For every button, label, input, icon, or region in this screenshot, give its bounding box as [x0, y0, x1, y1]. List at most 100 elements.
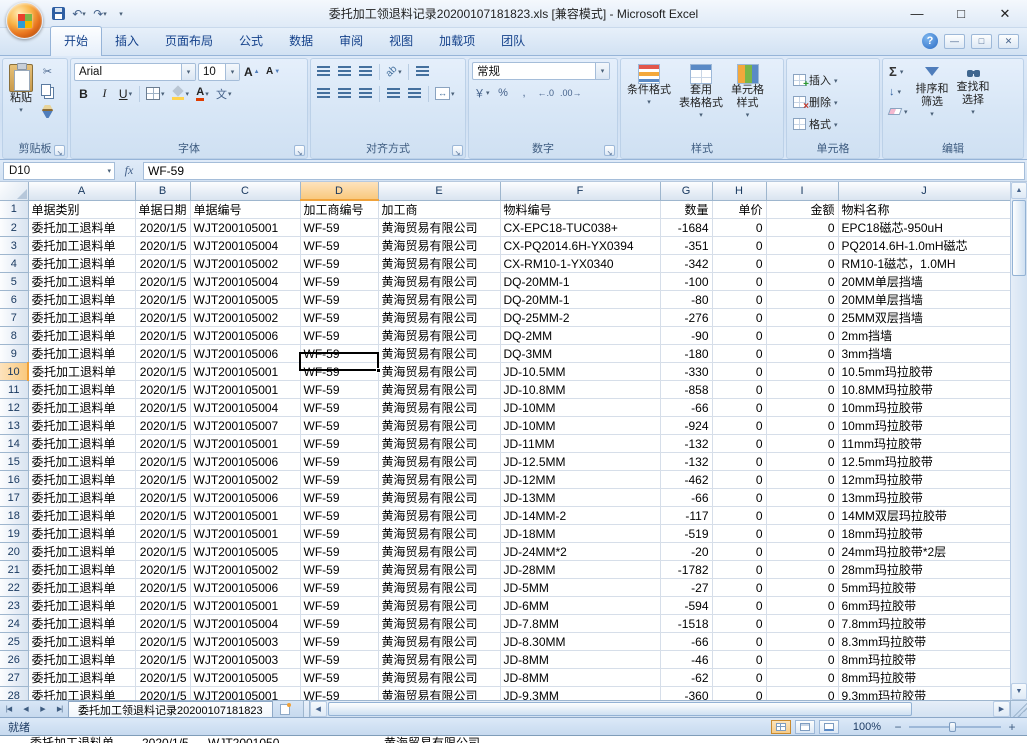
decrease-indent-button[interactable] [384, 84, 403, 103]
align-center-button[interactable] [335, 84, 354, 103]
cell-F13[interactable]: JD-10MM [500, 417, 660, 435]
cell-E13[interactable]: 黄海贸易有限公司 [378, 417, 500, 435]
cell-B5[interactable]: 2020/1/5 [135, 273, 190, 291]
cell-H16[interactable]: 0 [712, 471, 766, 489]
cell-E21[interactable]: 黄海贸易有限公司 [378, 561, 500, 579]
row-header-15[interactable]: 15 [0, 453, 28, 471]
cell-A8[interactable]: 委托加工退料单 [28, 327, 135, 345]
cell-B27[interactable]: 2020/1/5 [135, 669, 190, 687]
row-header-18[interactable]: 18 [0, 507, 28, 525]
cell-D12[interactable]: WF-59 [300, 399, 378, 417]
row-header-17[interactable]: 17 [0, 489, 28, 507]
zoom-slider[interactable] [909, 726, 1001, 728]
cell-G18[interactable]: -117 [660, 507, 712, 525]
cell-C27[interactable]: WJT200105005 [190, 669, 300, 687]
cell-J12[interactable]: 10mm玛拉胶带 [838, 399, 1010, 417]
cell-H24[interactable]: 0 [712, 615, 766, 633]
insert-function-button[interactable]: fx [115, 163, 143, 178]
cell-A16[interactable]: 委托加工退料单 [28, 471, 135, 489]
workbook-close-button[interactable]: ✕ [998, 34, 1019, 49]
cell-F10[interactable]: JD-10.5MM [500, 363, 660, 381]
cell-E25[interactable]: 黄海贸易有限公司 [378, 633, 500, 651]
cell-F12[interactable]: JD-10MM [500, 399, 660, 417]
cell-I17[interactable]: 0 [766, 489, 838, 507]
cell-D14[interactable]: WF-59 [300, 435, 378, 453]
cell-F4[interactable]: CX-RM10-1-YX0340 [500, 255, 660, 273]
cell-D6[interactable]: WF-59 [300, 291, 378, 309]
cell-I28[interactable]: 0 [766, 687, 838, 701]
cell-E27[interactable]: 黄海贸易有限公司 [378, 669, 500, 687]
cell-H17[interactable]: 0 [712, 489, 766, 507]
cell-J25[interactable]: 8.3mm玛拉胶带 [838, 633, 1010, 651]
cell-E28[interactable]: 黄海贸易有限公司 [378, 687, 500, 701]
cell-J5[interactable]: 20MM单层挡墙 [838, 273, 1010, 291]
phonetic-guide-button[interactable]: 文 [214, 84, 234, 103]
number-format-combo[interactable]: 常规 [472, 62, 610, 80]
cell-C14[interactable]: WJT200105001 [190, 435, 300, 453]
cell-F5[interactable]: DQ-20MM-1 [500, 273, 660, 291]
cell-J7[interactable]: 25MM双层挡墙 [838, 309, 1010, 327]
zoom-slider-thumb[interactable] [949, 722, 956, 732]
underline-button[interactable]: U [116, 84, 135, 103]
font-color-button[interactable]: A [193, 84, 212, 103]
scroll-right-button[interactable]: ▶ [993, 701, 1010, 717]
middle-align-button[interactable] [335, 62, 354, 81]
cell-B25[interactable]: 2020/1/5 [135, 633, 190, 651]
cell-A14[interactable]: 委托加工退料单 [28, 435, 135, 453]
tab-add-ins[interactable]: 加载项 [426, 27, 488, 55]
cell-E22[interactable]: 黄海贸易有限公司 [378, 579, 500, 597]
grow-font-button[interactable]: A▲ [242, 62, 262, 81]
cell-I16[interactable]: 0 [766, 471, 838, 489]
cell-G1[interactable]: 数量 [660, 200, 712, 219]
cell-C24[interactable]: WJT200105004 [190, 615, 300, 633]
cell-H2[interactable]: 0 [712, 219, 766, 237]
cell-J14[interactable]: 11mm玛拉胶带 [838, 435, 1010, 453]
row-header-5[interactable]: 5 [0, 273, 28, 291]
resize-grip[interactable] [1010, 701, 1027, 717]
cell-H28[interactable]: 0 [712, 687, 766, 701]
cell-I4[interactable]: 0 [766, 255, 838, 273]
format-as-table-button[interactable]: 套用 表格格式 [676, 62, 726, 121]
row-header-16[interactable]: 16 [0, 471, 28, 489]
cell-H6[interactable]: 0 [712, 291, 766, 309]
cell-D2[interactable]: WF-59 [300, 219, 378, 237]
cell-G20[interactable]: -20 [660, 543, 712, 561]
row-header-4[interactable]: 4 [0, 255, 28, 273]
zoom-level-label[interactable]: 100% [853, 721, 881, 733]
cell-G8[interactable]: -90 [660, 327, 712, 345]
cell-C7[interactable]: WJT200105002 [190, 309, 300, 327]
cell-I14[interactable]: 0 [766, 435, 838, 453]
name-box[interactable]: D10 [3, 162, 115, 180]
cell-D17[interactable]: WF-59 [300, 489, 378, 507]
cell-E1[interactable]: 加工商 [378, 200, 500, 219]
maximize-button[interactable]: □ [939, 0, 983, 27]
cell-J20[interactable]: 24mm玛拉胶带*2层 [838, 543, 1010, 561]
cell-D4[interactable]: WF-59 [300, 255, 378, 273]
cell-E15[interactable]: 黄海贸易有限公司 [378, 453, 500, 471]
cell-B28[interactable]: 2020/1/5 [135, 687, 190, 701]
cell-A7[interactable]: 委托加工退料单 [28, 309, 135, 327]
cell-I18[interactable]: 0 [766, 507, 838, 525]
cell-G12[interactable]: -66 [660, 399, 712, 417]
cell-D21[interactable]: WF-59 [300, 561, 378, 579]
row-header-24[interactable]: 24 [0, 615, 28, 633]
cell-C9[interactable]: WJT200105006 [190, 345, 300, 363]
cell-B3[interactable]: 2020/1/5 [135, 237, 190, 255]
last-sheet-button[interactable]: ▶| [51, 701, 68, 717]
select-all-corner[interactable] [0, 182, 28, 200]
cell-C3[interactable]: WJT200105004 [190, 237, 300, 255]
cell-E4[interactable]: 黄海贸易有限公司 [378, 255, 500, 273]
cell-D23[interactable]: WF-59 [300, 597, 378, 615]
fill-color-button[interactable] [169, 84, 192, 103]
cell-C26[interactable]: WJT200105003 [190, 651, 300, 669]
zoom-out-button[interactable]: − [891, 720, 905, 734]
cell-I26[interactable]: 0 [766, 651, 838, 669]
column-header-B[interactable]: B [135, 182, 190, 200]
cell-styles-button[interactable]: 单元格 样式 [728, 62, 767, 121]
cell-D19[interactable]: WF-59 [300, 525, 378, 543]
cell-B15[interactable]: 2020/1/5 [135, 453, 190, 471]
clipboard-dialog-launcher[interactable] [54, 145, 65, 156]
cell-E23[interactable]: 黄海贸易有限公司 [378, 597, 500, 615]
format-cells-button[interactable]: 格式 [790, 115, 876, 134]
cell-I19[interactable]: 0 [766, 525, 838, 543]
